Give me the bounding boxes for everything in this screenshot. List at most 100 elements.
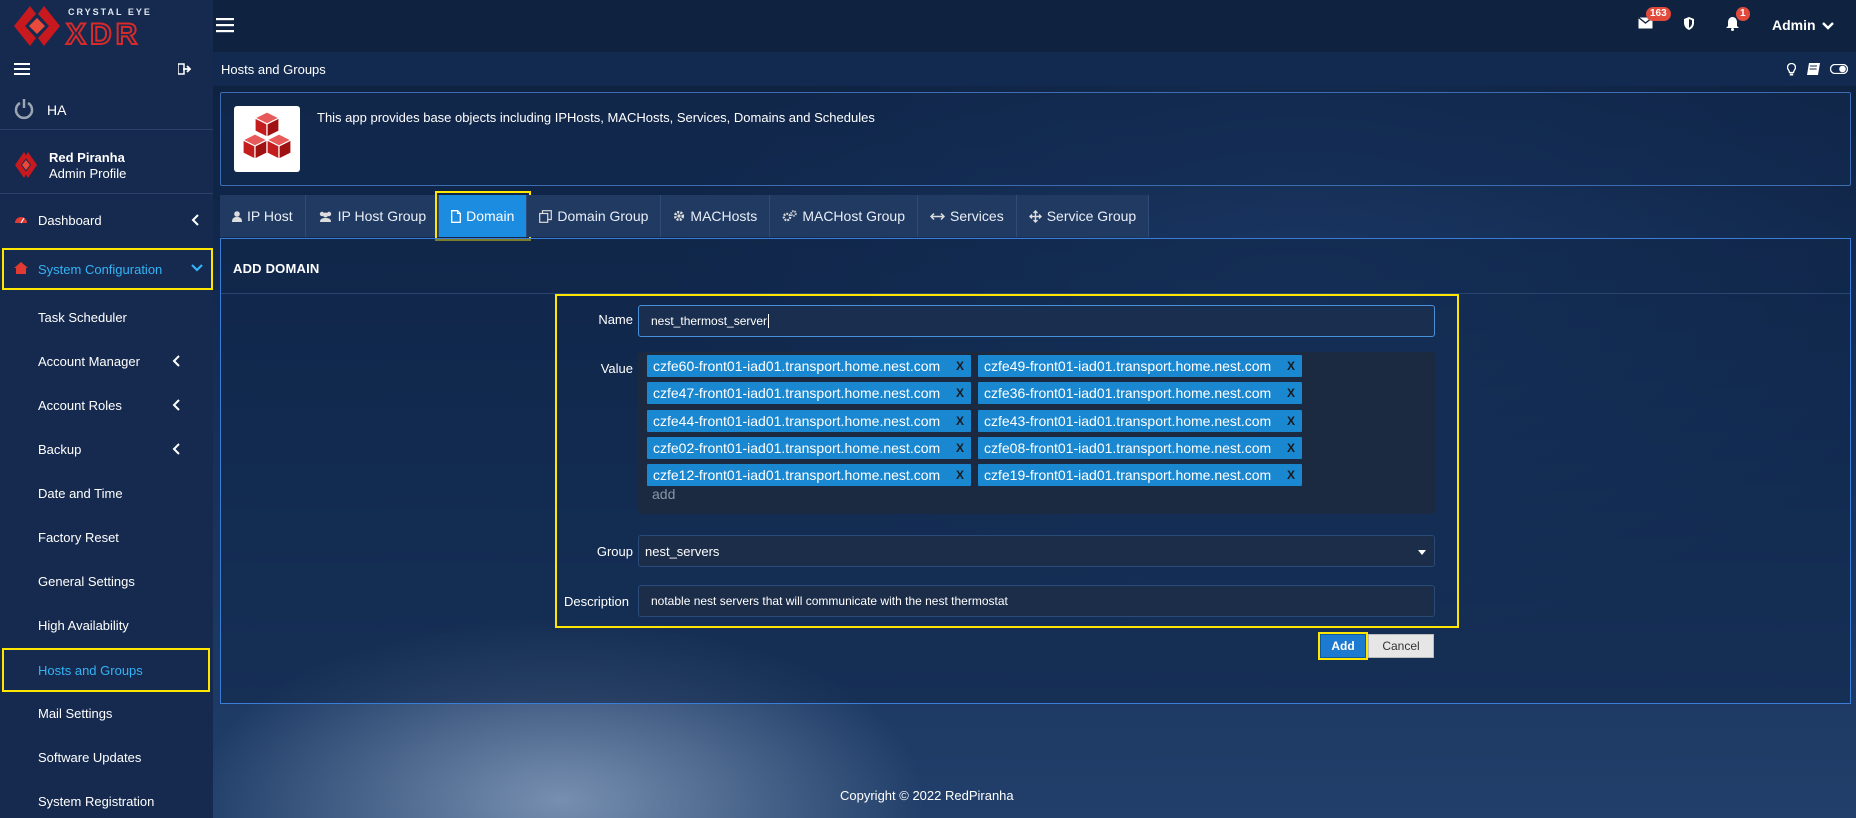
gears-icon (783, 210, 798, 222)
profile-name: Red Piranha (49, 150, 125, 165)
remove-tag-icon[interactable]: X (1287, 468, 1295, 482)
page-title: Hosts and Groups (221, 62, 326, 77)
user-name: Admin (1772, 17, 1816, 33)
sidebar-item-high-availability[interactable]: High Availability (0, 605, 213, 645)
ha-label: HA (47, 102, 67, 118)
toggle-icon[interactable] (1830, 64, 1848, 74)
remove-tag-icon[interactable]: X (1287, 441, 1295, 455)
sidebar-item-account-roles[interactable]: Account Roles (0, 385, 213, 425)
sidebar-item-label: Account Manager (38, 354, 140, 369)
tab-services[interactable]: Services (918, 195, 1017, 237)
cubes-icon (241, 111, 293, 160)
brand-line2: XDR (66, 18, 141, 51)
sidebar-item-label: Software Updates (38, 750, 142, 765)
gear-icon (674, 210, 685, 222)
lightbulb-icon[interactable] (1787, 63, 1796, 76)
value-tag: czfe60-front01-iad01.transport.home.nest… (647, 355, 971, 377)
sidebar-item-label: General Settings (38, 574, 135, 589)
tab-label: Services (950, 208, 1004, 224)
value-tag: czfe02-front01-iad01.transport.home.nest… (647, 437, 971, 459)
value-tag-label: czfe49-front01-iad01.transport.home.nest… (984, 358, 1272, 374)
sidebar-item-account-manager[interactable]: Account Manager (0, 341, 213, 381)
user-menu[interactable]: Admin (1772, 17, 1835, 33)
app-info-box: This app provides base objects including… (220, 92, 1851, 186)
remove-tag-icon[interactable]: X (956, 359, 964, 373)
book-icon[interactable] (1807, 63, 1820, 75)
tab-label: MACHost Group (802, 208, 906, 224)
sidebar-item-label: Account Roles (38, 398, 122, 413)
sidebar-item-general-settings[interactable]: General Settings (0, 561, 213, 601)
sidebar-item-mail-settings[interactable]: Mail Settings (0, 693, 213, 733)
tab-machost-group[interactable]: MACHost Group (770, 195, 919, 237)
cancel-button[interactable]: Cancel (1368, 634, 1434, 658)
copy-icon (539, 209, 553, 223)
value-tag-input[interactable]: czfe60-front01-iad01.transport.home.nest… (638, 352, 1435, 514)
remove-tag-icon[interactable]: X (1287, 386, 1295, 400)
tab-bar: IP Host IP Host Group Domain Domain Grou… (220, 191, 1150, 241)
name-label: Name (598, 312, 633, 327)
ha-status[interactable]: HA (0, 92, 213, 130)
sidebar-item-backup[interactable]: Backup (0, 429, 213, 469)
value-tag: czfe44-front01-iad01.transport.home.nest… (647, 410, 971, 432)
sidebar-item-factory-reset[interactable]: Factory Reset (0, 517, 213, 557)
sidebar-item-label: Hosts and Groups (38, 663, 143, 678)
sidebar-item-label: Task Scheduler (38, 310, 127, 325)
value-tag-label: czfe43-front01-iad01.transport.home.nest… (984, 413, 1272, 429)
group-select-value: nest_servers (645, 543, 720, 559)
arrows-horizontal-icon (930, 212, 946, 220)
menu-icon[interactable] (216, 17, 234, 33)
bell-icon[interactable] (1726, 17, 1739, 31)
remove-tag-icon[interactable]: X (1287, 414, 1295, 428)
sign-out-icon[interactable] (178, 63, 192, 75)
crystal-eye-xdr-logo[interactable]: CRYSTAL EYE XDR (10, 0, 180, 52)
sidebar: CRYSTAL EYE XDR HA Red Piranha Admin Pro… (0, 0, 213, 818)
app-description: This app provides base objects including… (317, 110, 875, 125)
tab-machosts[interactable]: MACHosts (661, 195, 771, 237)
remove-tag-icon[interactable]: X (956, 441, 964, 455)
tab-domain[interactable]: Domain (435, 191, 532, 241)
sidebar-item-system-configuration[interactable]: System Configuration (2, 248, 213, 290)
remove-tag-icon[interactable]: X (956, 468, 964, 482)
value-tag-label: czfe47-front01-iad01.transport.home.nest… (653, 385, 941, 401)
tab-domain-group[interactable]: Domain Group (527, 195, 662, 237)
tab-ip-host-group[interactable]: IP Host Group (305, 195, 440, 237)
group-label: Group (596, 544, 633, 559)
sidebar-item-date-and-time[interactable]: Date and Time (0, 473, 213, 513)
name-input-value: nest_thermost_server (651, 314, 768, 328)
name-input[interactable]: nest_thermost_server (638, 305, 1435, 337)
remove-tag-icon[interactable]: X (956, 414, 964, 428)
add-button[interactable]: Add (1318, 632, 1368, 660)
sidebar-item-task-scheduler[interactable]: Task Scheduler (0, 297, 213, 337)
user-icon (232, 210, 242, 222)
content-header: Hosts and Groups (213, 52, 1856, 86)
value-tag: czfe08-front01-iad01.transport.home.nest… (978, 437, 1302, 459)
sidebar-item-label: Factory Reset (38, 530, 119, 545)
sidebar-item-system-registration[interactable]: System Registration (0, 781, 213, 818)
description-input-value: notable nest servers that will communica… (651, 594, 1008, 608)
menu-icon[interactable] (14, 62, 30, 76)
user-profile[interactable]: Red Piranha Admin Profile (0, 140, 213, 194)
tab-label: MACHosts (690, 208, 758, 224)
add-tag-input[interactable]: add (652, 486, 675, 502)
remove-tag-icon[interactable]: X (1287, 359, 1295, 373)
sidebar-item-label: Date and Time (38, 486, 123, 501)
tab-ip-host[interactable]: IP Host (220, 195, 306, 237)
sidebar-item-hosts-and-groups[interactable]: Hosts and Groups (2, 648, 210, 692)
description-input[interactable]: notable nest servers that will communica… (638, 585, 1435, 617)
shield-icon[interactable] (1684, 17, 1694, 30)
sidebar-tools (0, 56, 213, 84)
value-tag: czfe19-front01-iad01.transport.home.nest… (978, 464, 1302, 486)
value-tag: czfe12-front01-iad01.transport.home.nest… (647, 464, 971, 486)
panel-title: ADD DOMAIN (233, 261, 320, 276)
tab-service-group[interactable]: Service Group (1016, 195, 1150, 237)
group-select[interactable]: nest_servers (638, 535, 1435, 567)
chevron-left-icon (172, 355, 180, 367)
profile-role: Admin Profile (49, 166, 127, 181)
sidebar-item-dashboard[interactable]: Dashboard (0, 202, 213, 238)
value-tag-label: czfe12-front01-iad01.transport.home.nest… (653, 467, 941, 483)
remove-tag-icon[interactable]: X (956, 386, 964, 400)
sidebar-item-software-updates[interactable]: Software Updates (0, 737, 213, 777)
value-tag: czfe49-front01-iad01.transport.home.nest… (978, 355, 1302, 377)
file-icon (451, 209, 462, 223)
sidebar-item-label: Backup (38, 442, 82, 457)
